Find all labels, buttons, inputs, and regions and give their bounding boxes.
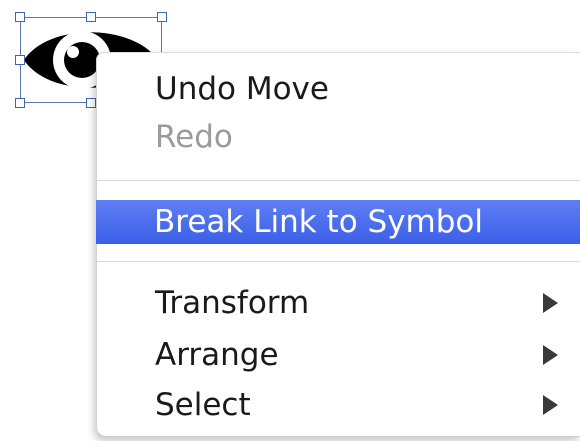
menu-separator — [97, 180, 580, 181]
chevron-right-icon — [543, 345, 558, 365]
canvas[interactable]: Undo Move Redo Break Link to Symbol Tran… — [0, 0, 580, 441]
resize-handle-bottom-left[interactable] — [15, 98, 25, 108]
chevron-right-icon — [543, 293, 558, 313]
menu-separator — [97, 261, 580, 262]
menu-item-label: Undo Move — [155, 71, 329, 107]
menu-item-break-link-to-symbol[interactable]: Break Link to Symbol — [96, 200, 580, 244]
resize-handle-top-right[interactable] — [157, 12, 167, 22]
resize-handle-top-left[interactable] — [15, 12, 25, 22]
chevron-right-icon — [543, 395, 558, 415]
resize-handle-top[interactable] — [86, 12, 96, 22]
menu-item-transform[interactable]: Transform — [97, 281, 580, 325]
menu-item-arrange[interactable]: Arrange — [97, 333, 580, 377]
menu-item-label: Arrange — [155, 337, 279, 373]
menu-item-label: Redo — [155, 119, 233, 155]
menu-item-label: Transform — [155, 285, 310, 321]
menu-item-label: Break Link to Symbol — [154, 204, 483, 240]
menu-item-undo-move[interactable]: Undo Move — [97, 67, 580, 111]
menu-item-label: Select — [155, 387, 251, 423]
context-menu: Undo Move Redo Break Link to Symbol Tran… — [96, 52, 580, 437]
menu-item-redo: Redo — [97, 115, 580, 159]
resize-handle-bottom[interactable] — [86, 98, 96, 108]
resize-handle-left[interactable] — [15, 55, 25, 65]
menu-item-select[interactable]: Select — [97, 383, 580, 427]
